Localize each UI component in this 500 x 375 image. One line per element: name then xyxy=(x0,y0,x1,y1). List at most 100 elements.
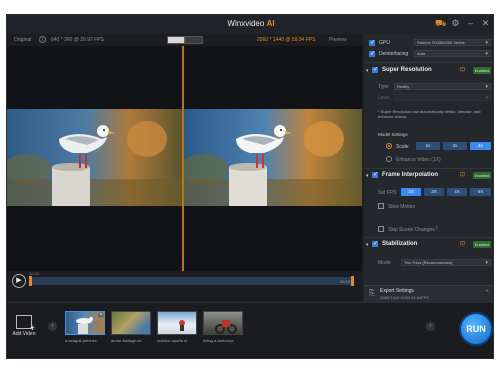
fps-3x-button[interactable]: 3X xyxy=(424,188,444,196)
skip-scene-checkbox[interactable] xyxy=(378,226,384,232)
expand-up-icon[interactable]: ⌃ xyxy=(484,289,490,297)
preview-header: Original i 640 * 360 @ 29.97 FPS 2560 * … xyxy=(7,34,362,46)
thumbnail-item[interactable]: outdoor-sports.m xyxy=(157,311,197,343)
thumbnail-image xyxy=(111,311,151,335)
slow-motion-label: Slow Motion xyxy=(388,204,416,210)
divider xyxy=(364,168,493,169)
level-label: Level xyxy=(378,95,390,101)
export-settings[interactable]: ⎘ Export Settings 2560*1440 H264 59.94FP… xyxy=(364,285,493,302)
export-detail: 2560*1440 H264 59.94FPS xyxy=(380,295,429,300)
divider xyxy=(364,237,493,238)
compare-toggle[interactable] xyxy=(167,36,203,44)
gpu-select[interactable]: Radeon RX550/550 Series xyxy=(414,39,491,46)
frame-interpolation-title: Frame Interpolation xyxy=(382,172,439,178)
divider xyxy=(364,62,493,63)
app-window: Winxvideo AI ⛟ ⚙ – ✕ Original i 640 * 36… xyxy=(6,14,494,359)
thumbnail-caption: a-seagull-perchec xyxy=(65,338,97,343)
fps-5x-button[interactable]: 5X xyxy=(470,188,491,196)
scale-3x-button[interactable]: 3x xyxy=(443,142,467,150)
compare-icon[interactable]: ⊡ xyxy=(460,241,468,248)
gear-icon[interactable]: ⚙ xyxy=(450,18,461,29)
thumbnail-list: × a-seagull-perchec drone-footage-ve out… xyxy=(65,311,243,343)
slow-motion-checkbox[interactable] xyxy=(378,203,384,209)
export-title: Export Settings xyxy=(380,288,414,294)
split-view-option[interactable] xyxy=(167,36,185,44)
stabilization-checkbox[interactable] xyxy=(372,240,378,247)
original-frame xyxy=(7,109,182,206)
type-select[interactable]: Reality xyxy=(394,83,491,90)
gpu-checkbox[interactable] xyxy=(369,39,375,46)
type-label: Type xyxy=(378,84,389,90)
trim-start-handle[interactable] xyxy=(29,276,32,286)
deinterlacing-select[interactable]: Auto xyxy=(414,50,491,57)
enhance-radio[interactable] xyxy=(386,156,392,162)
output-resolution: 2560 * 1440 @ 59.94 FPS xyxy=(257,37,316,43)
scale-2x-button[interactable]: 2x xyxy=(416,142,440,150)
super-resolution-badge: Enabled xyxy=(473,67,491,74)
export-icon: ⎘ xyxy=(369,290,375,297)
super-resolution-checkbox[interactable] xyxy=(372,66,378,73)
compare-icon[interactable]: ⊡ xyxy=(460,172,468,179)
stabilization-badge: Enabled xyxy=(473,241,491,248)
fps-2x-button[interactable]: 2X xyxy=(401,188,421,196)
minimize-icon[interactable]: – xyxy=(465,18,476,29)
collapse-icon[interactable]: ▾ xyxy=(366,173,369,179)
player-bar xyxy=(7,271,362,301)
compare-icon[interactable]: ⊡ xyxy=(460,67,468,74)
close-icon[interactable]: ✕ xyxy=(480,18,491,29)
fps-4x-button[interactable]: 4X xyxy=(447,188,467,196)
run-button[interactable]: RUN xyxy=(459,312,493,346)
gpu-label: GPU xyxy=(379,40,390,46)
frame-interpolation-checkbox[interactable] xyxy=(372,171,378,178)
collapse-icon[interactable]: ▾ xyxy=(366,68,369,74)
remove-thumbnail-icon[interactable]: × xyxy=(98,312,104,318)
timeline-slider[interactable]: 00:23 xyxy=(29,276,354,286)
cart-icon[interactable]: ⛟ xyxy=(435,18,446,29)
thumbnail-caption: outdoor-sports.m xyxy=(157,338,188,343)
set-fps-label: Set FPS xyxy=(378,190,397,196)
mode-label: Mode xyxy=(378,260,391,266)
super-resolution-title: Super Resolution xyxy=(382,67,432,73)
mode-select[interactable]: Two Pass (Recommended) xyxy=(401,259,491,266)
title-bar: Winxvideo AI ⛟ ⚙ – ✕ xyxy=(7,15,493,34)
thumbnail-item[interactable]: drone-footage-ve xyxy=(111,311,151,343)
super-resolution-note: * Super Resolution can automatically deb… xyxy=(378,109,481,119)
app-title: Winxvideo AI xyxy=(7,19,493,28)
title-icons: ⛟ ⚙ – ✕ xyxy=(435,18,491,29)
original-resolution: 640 * 360 @ 29.97 FPS xyxy=(51,37,104,43)
app-title-text: Winxvideo xyxy=(227,19,265,28)
preview-label: Preview xyxy=(329,37,347,43)
thumbnail-caption: riding-a-motorcyc xyxy=(203,338,234,343)
enhance-label: Enhance Video (1X) xyxy=(396,157,441,163)
thumbnail-image xyxy=(157,311,197,335)
thumbnail-item[interactable]: riding-a-motorcyc xyxy=(203,311,243,343)
help-icon[interactable]: ? xyxy=(435,226,438,232)
single-view-option[interactable] xyxy=(185,36,203,44)
scale-4x-button[interactable]: 4x xyxy=(470,142,491,150)
trim-end-handle[interactable] xyxy=(351,276,354,286)
thumbnail-image: × xyxy=(65,311,105,335)
video-preview xyxy=(7,46,362,283)
stabilization-title: Stabilization xyxy=(382,241,418,247)
thumbnail-caption: drone-footage-ve xyxy=(111,338,142,343)
thumbs-prev-button[interactable]: ‹ xyxy=(48,322,57,331)
deinterlacing-checkbox[interactable] xyxy=(369,50,375,57)
info-icon[interactable]: i xyxy=(39,36,46,43)
scale-radio[interactable] xyxy=(386,143,392,149)
time-end: 00:23 xyxy=(339,279,350,284)
level-select[interactable] xyxy=(394,94,491,101)
scale-label: Scale xyxy=(396,144,409,150)
original-label: Original xyxy=(14,37,32,43)
collapse-icon[interactable]: ▾ xyxy=(366,242,369,248)
skip-scene-label: Skip Scene Changes xyxy=(388,227,435,233)
model-settings-label: Model Settings xyxy=(378,132,408,137)
play-button[interactable]: ▶ xyxy=(12,274,26,288)
deinterlacing-label: Deinterlacing xyxy=(379,51,409,57)
enhanced-frame xyxy=(184,109,362,206)
settings-panel: GPU Radeon RX550/550 Series Deinterlacin… xyxy=(364,34,493,302)
thumbnail-item[interactable]: × a-seagull-perchec xyxy=(65,311,105,343)
film-add-icon xyxy=(16,315,35,333)
thumbs-next-button[interactable]: › xyxy=(426,322,435,331)
add-video-button[interactable]: Add Video xyxy=(10,315,38,337)
thumbnail-image xyxy=(203,311,243,335)
